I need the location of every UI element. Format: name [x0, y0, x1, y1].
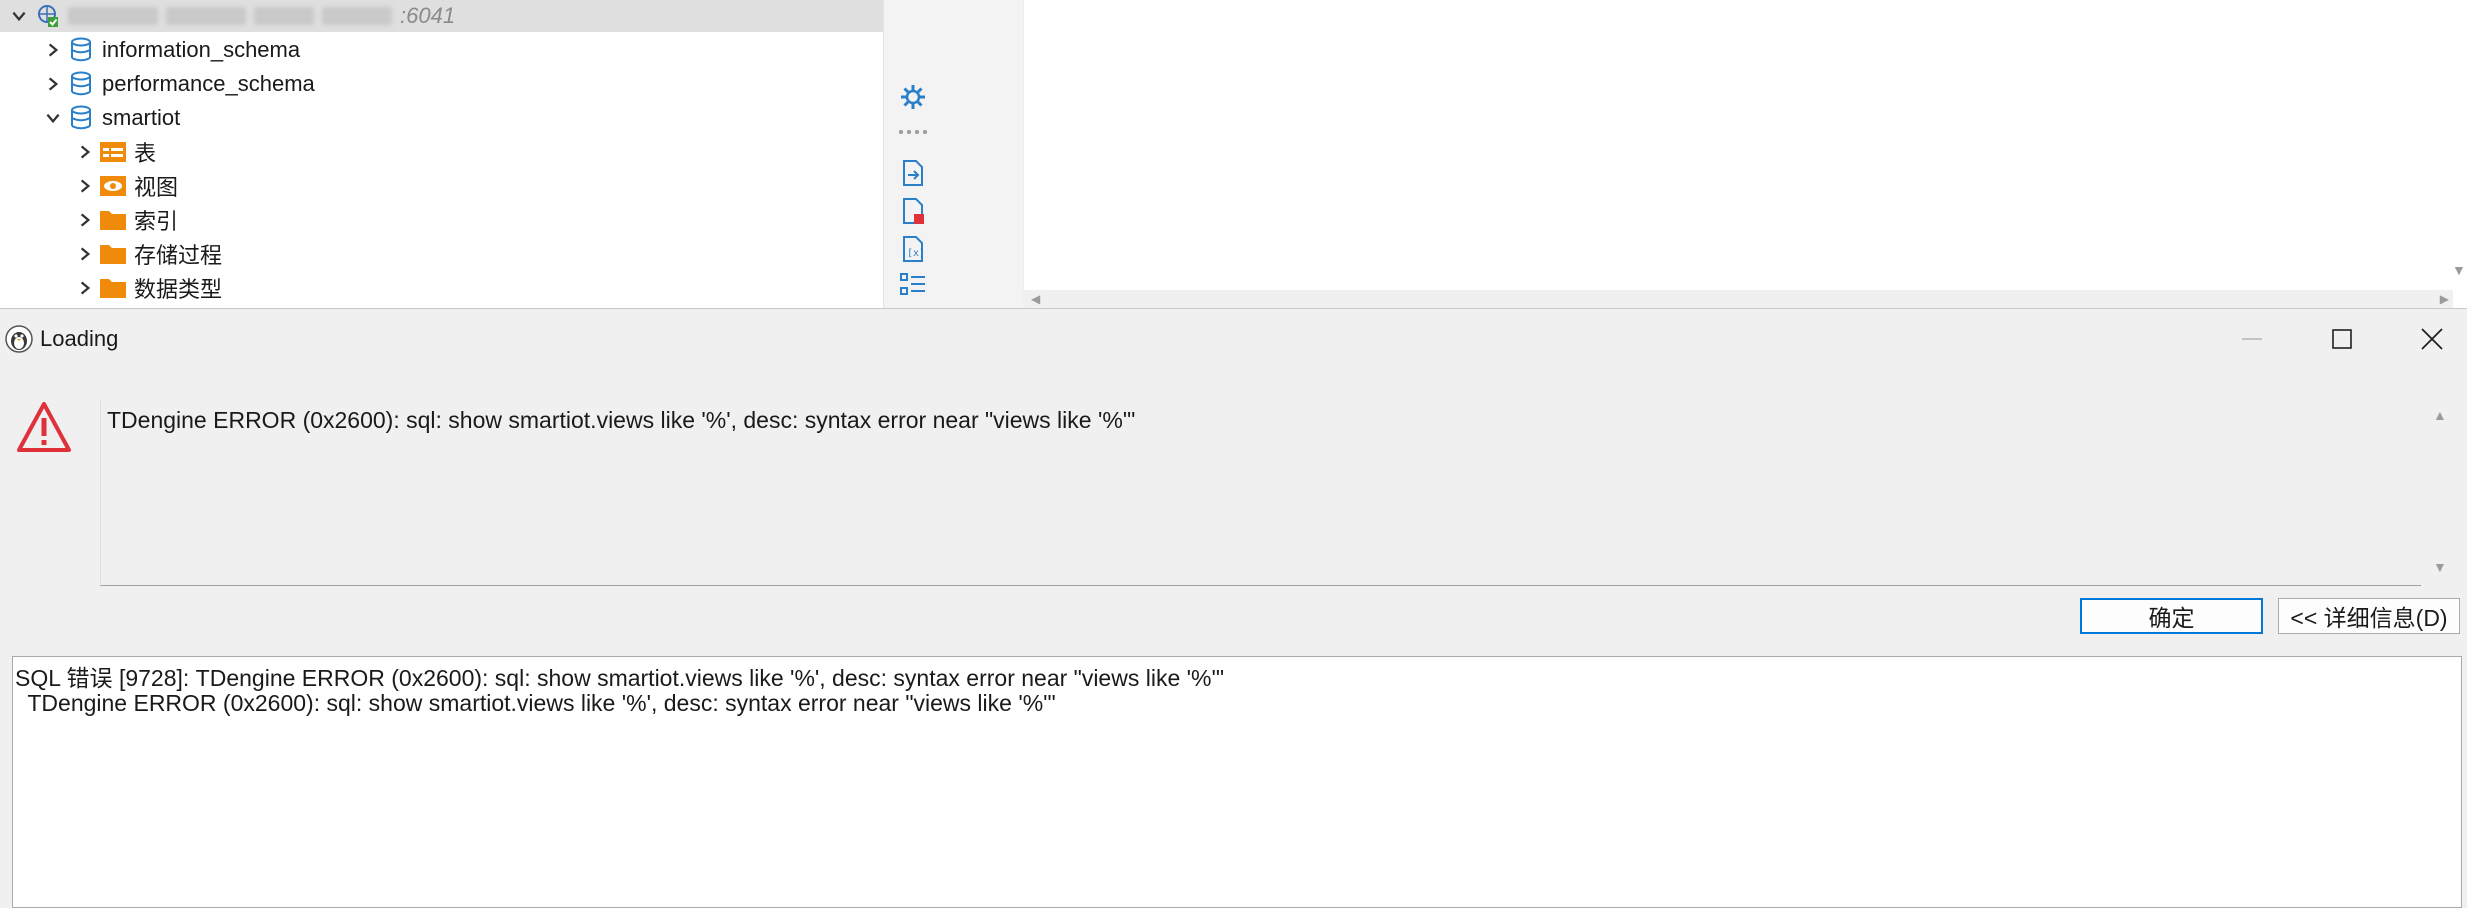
details-toggle-button[interactable]: << 详细信息(D) — [2278, 598, 2460, 634]
tree-row-indexes[interactable]: 索引 — [72, 204, 178, 236]
editor-area[interactable]: ▼ — [1023, 0, 2467, 290]
variables-icon[interactable]: [x] — [898, 234, 928, 264]
folder-label: 存储过程 — [134, 243, 223, 268]
table-icon — [98, 137, 128, 167]
folder-icon — [98, 239, 128, 269]
horizontal-scrollbar[interactable]: ◀ ▶ — [1023, 290, 2453, 308]
dialog-title: Loading — [40, 326, 119, 351]
side-toolbar: [x] — [883, 0, 1024, 308]
gear-icon[interactable] — [898, 82, 928, 112]
error-message: TDengine ERROR (0x2600): sql: show smart… — [107, 407, 1136, 433]
chevron-right-icon[interactable] — [72, 241, 98, 267]
scroll-right-arrow-icon[interactable]: ▶ — [2440, 292, 2449, 306]
database-label: performance_schema — [102, 71, 315, 96]
minimize-button[interactable] — [2207, 309, 2297, 369]
database-label: smartiot — [102, 105, 181, 130]
redacted-text — [322, 7, 392, 25]
redacted-text — [68, 7, 158, 25]
tree-row-database[interactable]: performance_schema — [40, 68, 315, 100]
dialog-titlebar[interactable]: Loading — [0, 309, 2467, 369]
more-dots-icon — [898, 122, 928, 142]
error-message-area[interactable]: TDengine ERROR (0x2600): sql: show smart… — [100, 399, 2421, 586]
tree-row-database[interactable]: smartiot — [40, 102, 180, 134]
minimize-icon — [2242, 338, 2262, 340]
database-icon — [66, 69, 96, 99]
import-icon[interactable] — [898, 158, 928, 188]
redacted-text — [254, 7, 314, 25]
chevron-down-icon[interactable] — [6, 3, 32, 29]
scroll-down-arrow-icon[interactable]: ▼ — [2433, 559, 2447, 575]
chevron-right-icon[interactable] — [72, 207, 98, 233]
app-logo-icon — [4, 324, 34, 354]
folder-label: 索引 — [134, 209, 179, 234]
error-details-textarea[interactable]: SQL 错误 [9728]: TDengine ERROR (0x2600): … — [12, 656, 2462, 908]
chevron-right-icon[interactable] — [40, 37, 66, 63]
folder-icon — [98, 205, 128, 235]
tree-row-database[interactable]: information_schema — [40, 34, 300, 66]
maximize-button[interactable] — [2297, 309, 2387, 369]
ok-button[interactable]: 确定 — [2080, 598, 2263, 634]
file-error-icon[interactable] — [898, 196, 928, 226]
tree-row-connection[interactable]: :6041 — [0, 0, 883, 32]
connection-icon — [32, 1, 62, 31]
close-icon — [2421, 328, 2443, 350]
scroll-left-arrow-icon[interactable]: ◀ — [1031, 292, 1040, 306]
close-button[interactable] — [2387, 309, 2467, 369]
folder-label: 视图 — [134, 175, 179, 200]
folder-icon — [98, 273, 128, 303]
database-navigator: :6041 information_schema performance_sch… — [0, 0, 883, 308]
chevron-right-icon[interactable] — [72, 173, 98, 199]
error-dialog: Loading TDengine ERROR (0x2600): sql: sh… — [0, 308, 2467, 908]
chevron-down-icon[interactable] — [40, 105, 66, 131]
database-icon — [66, 35, 96, 65]
redacted-text — [166, 7, 246, 25]
chevron-right-icon[interactable] — [72, 139, 98, 165]
view-icon — [98, 171, 128, 201]
scroll-up-arrow-icon[interactable]: ▲ — [2433, 407, 2447, 423]
svg-text:[x]: [x] — [907, 248, 925, 259]
details-line: TDengine ERROR (0x2600): sql: show smart… — [15, 690, 1056, 716]
folder-label: 表 — [134, 141, 157, 166]
scroll-down-arrow-icon[interactable]: ▼ — [2452, 262, 2466, 278]
message-scrollbar[interactable]: ▲ ▼ — [2420, 399, 2460, 585]
database-icon — [66, 103, 96, 133]
database-label: information_schema — [102, 37, 301, 62]
tree-row-data-types[interactable]: 数据类型 — [72, 272, 222, 304]
maximize-icon — [2332, 329, 2352, 349]
details-line: SQL 错误 [9728]: TDengine ERROR (0x2600): … — [15, 665, 1225, 691]
outline-icon[interactable] — [898, 270, 928, 300]
warning-icon — [16, 401, 72, 453]
tree-row-views[interactable]: 视图 — [72, 170, 178, 202]
tree-row-procedures[interactable]: 存储过程 — [72, 238, 222, 270]
tree-row-tables[interactable]: 表 — [72, 136, 156, 168]
connection-label: :6041 — [400, 3, 456, 28]
folder-label: 数据类型 — [134, 277, 223, 302]
chevron-right-icon[interactable] — [40, 71, 66, 97]
chevron-right-icon[interactable] — [72, 275, 98, 301]
